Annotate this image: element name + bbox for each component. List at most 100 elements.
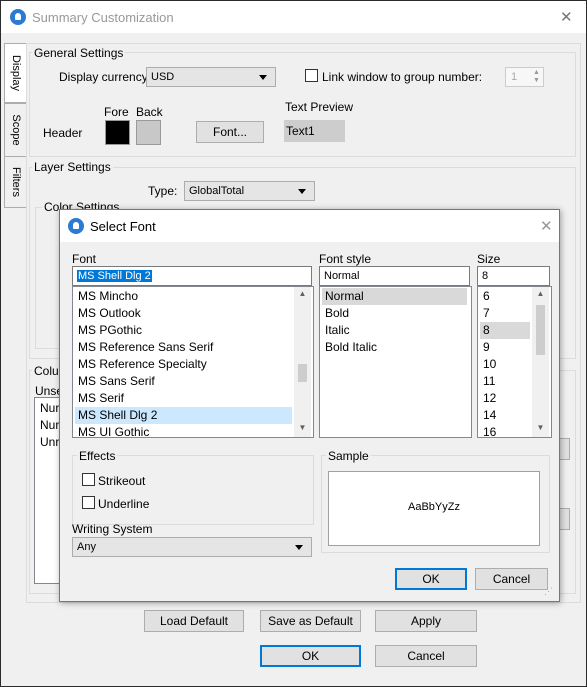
close-icon[interactable]: ✕ <box>560 8 573 26</box>
size-value: 8 <box>482 270 489 282</box>
chevron-down-icon <box>295 545 303 550</box>
close-icon[interactable]: ✕ <box>540 217 553 235</box>
ok-button[interactable]: OK <box>260 645 361 667</box>
scrollbar-thumb[interactable] <box>536 305 545 355</box>
size-input[interactable]: 8 <box>477 266 550 286</box>
tab-filters[interactable]: Filters <box>4 156 28 208</box>
font-style-list[interactable]: Normal Bold Italic Bold Italic <box>319 286 472 438</box>
font-list[interactable]: MS Mincho MS Outlook MS PGothic MS Referenc… <box>72 286 314 438</box>
sample-preview: AaBbYyZz <box>328 471 540 546</box>
back-label: Back <box>136 105 163 119</box>
font-button[interactable]: Font... <box>196 121 264 143</box>
currency-value: USD <box>151 71 175 83</box>
fore-label: Fore <box>104 105 129 119</box>
scroll-up-icon[interactable]: ▲ <box>532 289 549 298</box>
font-list-item[interactable]: MS Shell Dlg 2 <box>75 407 292 424</box>
font-list-item[interactable]: MS Outlook <box>75 305 292 322</box>
group-number-value: 1 <box>511 71 518 83</box>
font-list-item[interactable]: MS UI Gothic <box>75 424 292 437</box>
font-style-item[interactable]: Italic <box>322 322 467 339</box>
title-bar: Summary Customization ✕ <box>1 1 586 33</box>
spin-down-icon[interactable]: ▼ <box>533 77 540 84</box>
scrollbar-thumb[interactable] <box>298 364 307 382</box>
dialog-title: Select Font <box>90 219 156 234</box>
spin-up-icon[interactable]: ▲ <box>533 69 540 76</box>
font-style-input[interactable]: Normal <box>319 266 470 286</box>
strikeout-checkbox[interactable] <box>82 473 95 486</box>
font-list-item[interactable]: MS PGothic <box>75 322 292 339</box>
apply-button[interactable]: Apply <box>375 610 477 632</box>
strikeout-label: Strikeout <box>98 474 146 488</box>
columns-side-button[interactable] <box>559 508 570 530</box>
scroll-down-icon[interactable]: ▼ <box>294 423 311 432</box>
type-select[interactable]: GlobalTotal <box>184 181 315 201</box>
font-style-item[interactable]: Bold <box>322 305 467 322</box>
list-item[interactable]: Nur <box>37 417 59 434</box>
back-color-swatch[interactable] <box>136 120 161 145</box>
currency-select[interactable]: USD <box>146 67 276 87</box>
size-item[interactable]: 6 <box>480 288 530 305</box>
text-preview-label: Text Preview <box>285 100 354 114</box>
chevron-down-icon <box>259 75 267 80</box>
currency-label: Display currency: <box>59 70 152 84</box>
font-label: Font <box>72 252 97 266</box>
window-title: Summary Customization <box>32 10 174 25</box>
load-default-button[interactable]: Load Default <box>144 610 244 632</box>
cancel-button[interactable]: Cancel <box>375 645 477 667</box>
app-icon <box>68 218 84 234</box>
size-item[interactable]: 11 <box>480 373 530 390</box>
font-list-item[interactable]: MS Serif <box>75 390 292 407</box>
effects-group <box>72 455 314 525</box>
underline-checkbox[interactable] <box>82 496 95 509</box>
size-item[interactable]: 12 <box>480 390 530 407</box>
tab-display-label: Display <box>10 54 22 92</box>
link-window-checkbox[interactable] <box>305 69 318 82</box>
size-item[interactable]: 16 <box>480 424 530 437</box>
font-list-item[interactable]: MS Reference Specialty <box>75 356 292 373</box>
size-item[interactable]: 8 <box>480 322 530 339</box>
tab-filters-label: Filters <box>10 167 22 197</box>
font-list-item[interactable]: MS Sans Serif <box>75 373 292 390</box>
save-as-default-button[interactable]: Save as Default <box>260 610 361 632</box>
tab-scope[interactable]: Scope <box>4 103 28 157</box>
font-style-item[interactable]: Normal <box>322 288 467 305</box>
group-number-spinbox[interactable]: 1 ▲ ▼ <box>505 67 544 87</box>
link-window-label: Link window to group number: <box>322 70 483 84</box>
font-style-label: Font style <box>319 252 372 266</box>
font-name-input[interactable]: MS Shell Dlg 2 <box>72 266 312 286</box>
resize-grip-icon[interactable]: ⋰ <box>544 586 553 597</box>
scroll-down-icon[interactable]: ▼ <box>532 423 549 432</box>
size-item[interactable]: 7 <box>480 305 530 322</box>
type-value: GlobalTotal <box>189 185 245 197</box>
size-item[interactable]: 14 <box>480 407 530 424</box>
writing-system-select[interactable]: Any <box>72 537 312 557</box>
general-settings-label: General Settings <box>32 46 126 60</box>
size-list[interactable]: 6 7 8 9 10 11 12 14 16 ▲ ▼ <box>477 286 552 438</box>
fore-color-swatch[interactable] <box>105 120 130 145</box>
app-icon <box>10 9 26 25</box>
tab-scope-label: Scope <box>10 114 22 146</box>
dialog-cancel-button[interactable]: Cancel <box>475 568 548 590</box>
layer-settings-label: Layer Settings <box>32 160 113 174</box>
font-style-value: Normal <box>324 270 360 282</box>
size-item[interactable]: 9 <box>480 339 530 356</box>
font-list-item[interactable]: MS Mincho <box>75 288 292 305</box>
scroll-up-icon[interactable]: ▲ <box>294 289 311 298</box>
sample-label: Sample <box>326 449 371 463</box>
dialog-ok-button[interactable]: OK <box>395 568 467 590</box>
font-list-item[interactable]: MS Reference Sans Serif <box>75 339 292 356</box>
header-label: Header <box>43 126 83 140</box>
font-style-item[interactable]: Bold Italic <box>322 339 467 356</box>
tab-display[interactable]: Display <box>4 43 27 103</box>
font-list-scrollbar[interactable]: ▲ ▼ <box>294 287 311 437</box>
size-item[interactable]: 10 <box>480 356 530 373</box>
size-list-scrollbar[interactable]: ▲ ▼ <box>532 287 549 437</box>
type-label: Type: <box>148 184 178 198</box>
size-label: Size <box>477 252 501 266</box>
dialog-title-bar: Select Font ✕ <box>60 210 559 242</box>
columns-side-button[interactable] <box>559 438 570 460</box>
list-item[interactable]: Nur <box>37 400 59 417</box>
writing-system-label: Writing System <box>72 522 153 536</box>
text-preview-box: Text1 <box>284 120 345 142</box>
effects-label: Effects <box>77 449 118 463</box>
